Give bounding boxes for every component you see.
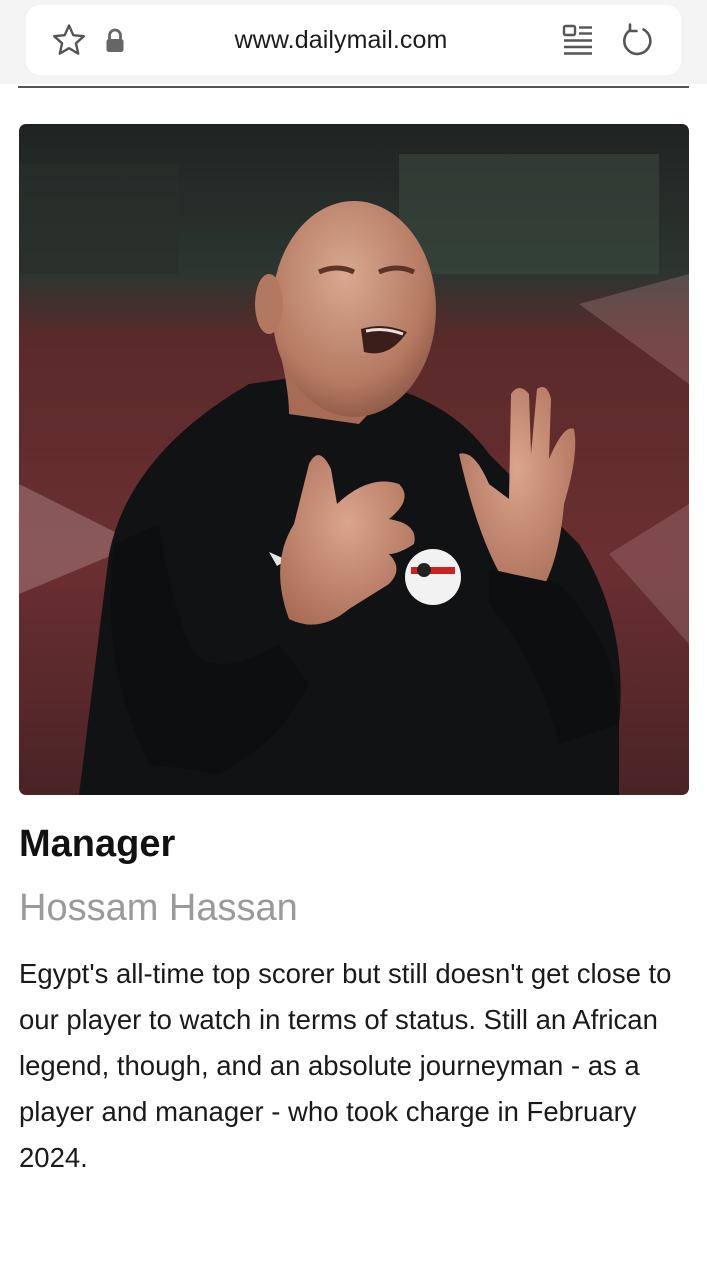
- reload-icon[interactable]: [618, 22, 656, 60]
- url-text[interactable]: www.dailymail.com: [176, 23, 506, 57]
- divider: [18, 86, 689, 88]
- player-description: Egypt's all-time top scorer but still do…: [19, 958, 672, 1173]
- reader-mode-icon[interactable]: [561, 23, 595, 57]
- manager-photo: [19, 124, 689, 795]
- browser-toolbar: www.dailymail.com: [0, 0, 707, 84]
- address-bar[interactable]: www.dailymail.com: [26, 5, 681, 75]
- player-role-heading: Manager: [19, 823, 176, 865]
- star-icon[interactable]: [50, 22, 88, 60]
- lock-icon: [102, 27, 128, 55]
- player-name: Hossam Hassan: [19, 887, 298, 929]
- page: www.dailymail.com Manager Hossam Hassan …: [0, 0, 707, 1280]
